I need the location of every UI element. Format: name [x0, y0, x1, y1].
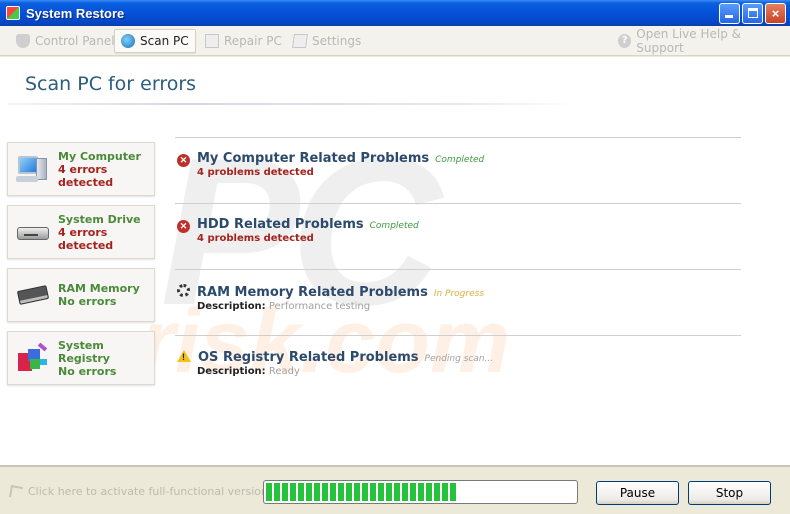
category-card-system-drive[interactable]: System Drive 4 errors detected	[7, 205, 155, 259]
warning-icon: !	[177, 350, 191, 362]
category-name: System Drive	[58, 212, 141, 226]
tab-control-panel-label: Control Panel	[35, 34, 115, 48]
tab-repair-pc-label: Repair PC	[224, 34, 282, 48]
cursor-icon	[9, 484, 23, 499]
category-status: No errors	[58, 295, 117, 308]
settings-icon	[292, 34, 308, 48]
category-name: System Registry	[58, 338, 110, 365]
maximize-icon	[748, 8, 758, 18]
category-status: No errors	[58, 364, 117, 378]
tab-settings-label: Settings	[312, 34, 362, 48]
registry-icon	[16, 342, 50, 373]
problem-title: HDD Related Problems	[197, 217, 364, 232]
close-icon: ×	[771, 6, 780, 21]
spinner-icon	[177, 284, 190, 297]
error-icon: ✕	[177, 220, 190, 233]
problem-title: My Computer Related Problems	[197, 151, 430, 166]
tab-settings[interactable]: Settings	[287, 29, 367, 53]
computer-icon	[16, 154, 50, 184]
category-status: 4 errors detected	[58, 162, 114, 189]
maximize-button[interactable]	[742, 3, 763, 24]
tab-control-panel[interactable]: Control Panel	[10, 29, 121, 53]
ram-icon	[16, 280, 50, 310]
drive-icon	[16, 217, 50, 247]
problem-state: In Progress	[433, 289, 485, 299]
problem-detail: 4 problems detected	[197, 233, 314, 244]
divider	[175, 269, 741, 270]
error-icon: ✕	[177, 154, 190, 167]
help-support-label: Open Live Help & Support	[636, 27, 741, 55]
pause-button[interactable]: Pause	[596, 481, 679, 505]
close-button[interactable]: ×	[765, 3, 786, 24]
tab-scan-pc[interactable]: Scan PC	[114, 29, 196, 53]
description-value: Ready	[268, 366, 300, 377]
progress-fill	[266, 483, 458, 501]
divider	[175, 335, 741, 336]
footer-bar: Click here to activate full-functional v…	[0, 465, 790, 514]
title-divider	[8, 103, 578, 105]
problem-item: ✕ HDD Related Problems Completed 4 probl…	[177, 217, 419, 244]
problem-item: ! OS Registry Related Problems Pending s…	[177, 349, 493, 377]
main-panel: PC risk.com Scan PC for errors My Comput…	[0, 57, 790, 465]
minimize-icon	[725, 15, 733, 18]
description-label: Description:	[197, 301, 266, 312]
title-bar[interactable]: System Restore ×	[0, 0, 790, 26]
repair-icon	[205, 34, 219, 48]
category-status: 4 errors detected	[58, 225, 114, 252]
category-card-system-registry[interactable]: System Registry No errors	[7, 331, 155, 385]
problem-title: OS Registry Related Problems	[198, 350, 419, 365]
divider	[175, 137, 741, 138]
tab-scan-pc-label: Scan PC	[140, 34, 189, 48]
scan-progress-bar	[263, 480, 578, 504]
description-label: Description:	[197, 366, 266, 377]
page-title: Scan PC for errors	[25, 73, 197, 95]
problem-item: ✕ My Computer Related Problems Completed…	[177, 151, 484, 178]
shield-icon	[16, 34, 30, 48]
help-icon: ?	[618, 34, 632, 48]
problem-title: RAM Memory Related Problems	[197, 285, 428, 300]
category-card-ram-memory[interactable]: RAM Memory No errors	[7, 268, 155, 322]
category-name: RAM Memory	[58, 282, 140, 295]
category-name: My Computer	[58, 149, 141, 163]
help-support-link[interactable]: ? Open Live Help & Support	[612, 27, 790, 55]
category-card-my-computer[interactable]: My Computer 4 errors detected	[7, 142, 155, 196]
stop-button[interactable]: Stop	[688, 481, 771, 505]
minimize-button[interactable]	[719, 3, 740, 24]
activate-label: Click here to activate full-functional v…	[28, 485, 268, 498]
window-controls: ×	[719, 3, 786, 24]
activate-link[interactable]: Click here to activate full-functional v…	[9, 484, 268, 499]
toolbar: Control Panel Scan PC Repair PC Settings…	[0, 26, 790, 56]
window-title: System Restore	[26, 5, 125, 21]
problem-state: Completed	[369, 221, 419, 231]
warning-glyph: !	[182, 352, 185, 362]
problem-state: Pending scan...	[424, 354, 494, 364]
tab-repair-pc[interactable]: Repair PC	[199, 29, 288, 53]
problem-state: Completed	[435, 155, 485, 165]
description-value: Performance testing	[268, 301, 371, 312]
app-icon	[6, 6, 20, 20]
problem-item: RAM Memory Related Problems In Progress …	[177, 283, 484, 312]
problem-detail: 4 problems detected	[197, 167, 314, 178]
divider	[175, 203, 741, 204]
scan-icon	[121, 34, 135, 48]
